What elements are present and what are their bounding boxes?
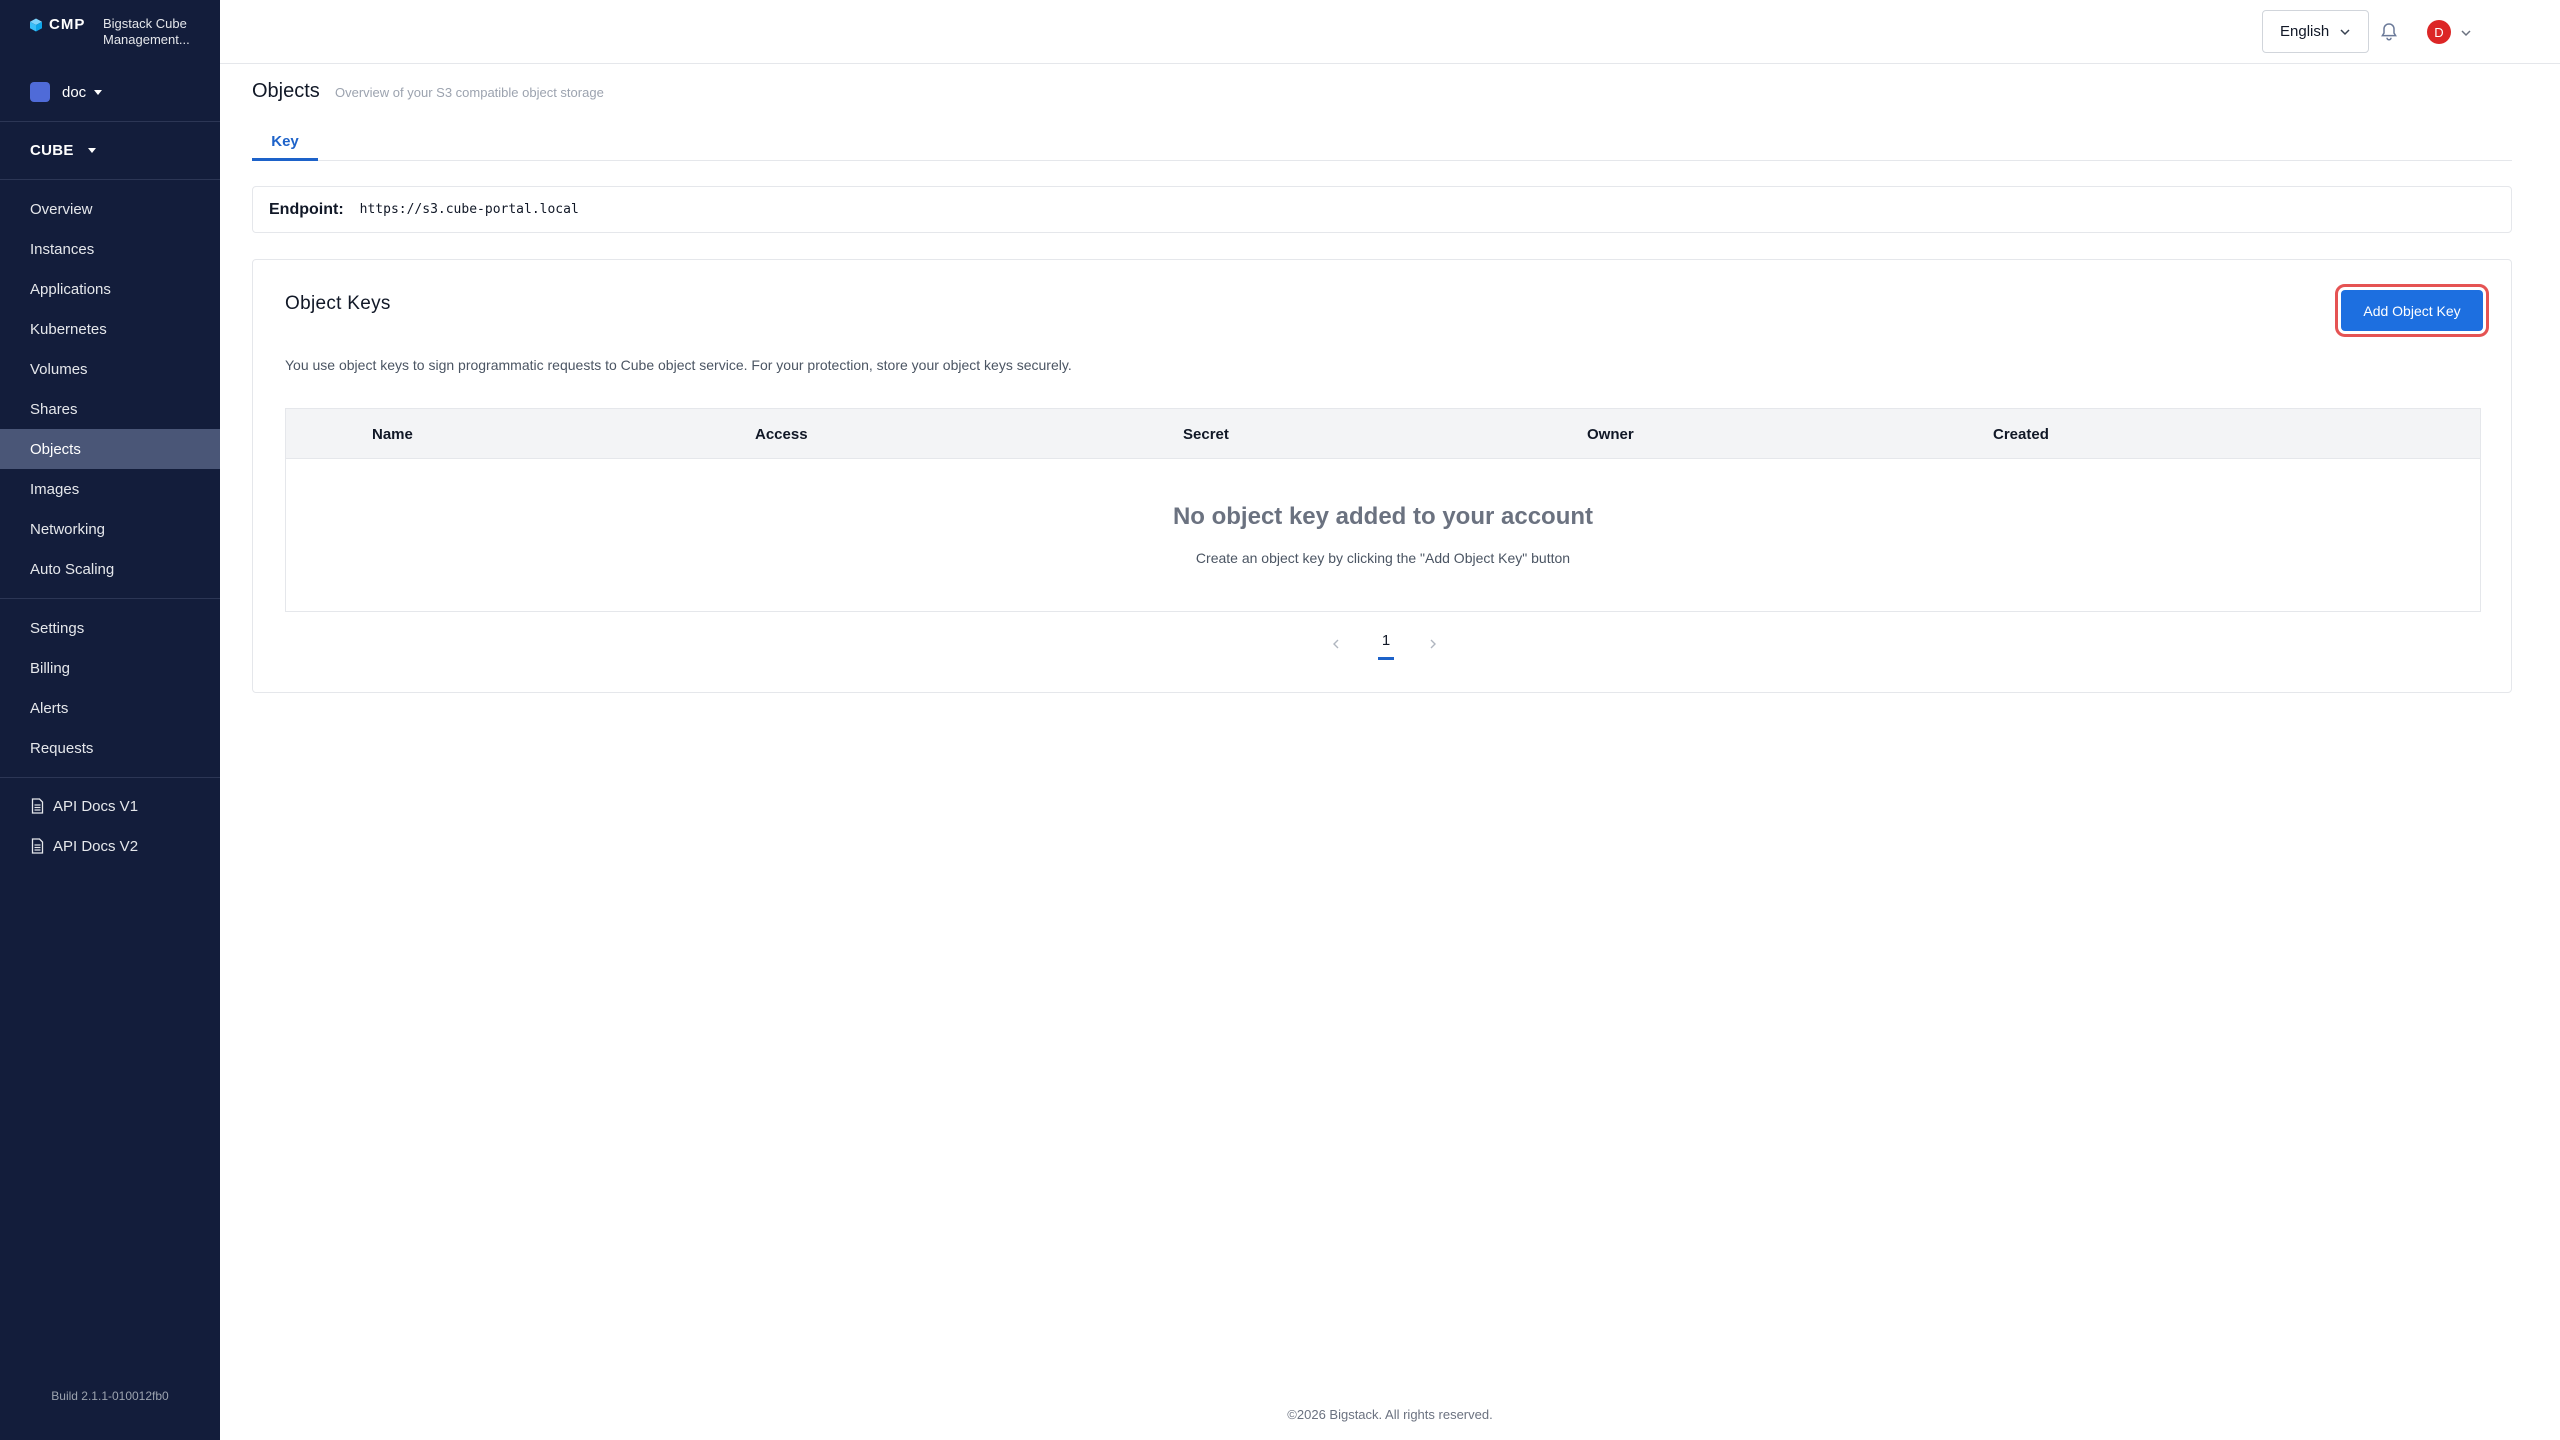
chevron-left-icon[interactable] <box>1330 638 1342 650</box>
sidebar-item-settings[interactable]: Settings <box>0 608 220 648</box>
project-selector[interactable]: doc <box>30 82 103 102</box>
sidebar-item-label: API Docs V2 <box>53 837 139 855</box>
sidebar-item-alerts[interactable]: Alerts <box>0 688 220 728</box>
sidebar-item-billing[interactable]: Billing <box>0 648 220 688</box>
endpoint-value: https://s3.cube-portal.local <box>359 202 579 217</box>
column-header-access: Access <box>755 425 808 443</box>
sidebar-divider <box>0 179 220 180</box>
brand-name: Bigstack Cube Management... <box>103 16 190 47</box>
object-keys-card: Object Keys Add Object Key You use objec… <box>252 259 2512 693</box>
pagination: 1 <box>253 624 2511 664</box>
column-header-name: Name <box>372 425 413 443</box>
active-page-indicator <box>1378 657 1394 660</box>
page-subtitle: Overview of your S3 compatible object st… <box>335 85 604 100</box>
object-keys-table: Name Access Secret Owner Created No obje… <box>285 408 2481 612</box>
sidebar: CMP Bigstack Cube Management... doc CUBE… <box>0 0 220 1440</box>
endpoint-label: Endpoint: <box>269 200 344 218</box>
brand-short: CMP <box>49 16 86 33</box>
sidebar-divider <box>0 121 220 122</box>
sidebar-item-networking[interactable]: Networking <box>0 509 220 549</box>
avatar[interactable]: D <box>2427 20 2451 44</box>
footer-copyright: ©2026 Bigstack. All rights reserved. <box>1287 1407 1493 1422</box>
document-icon <box>31 798 44 814</box>
sidebar-divider <box>0 777 220 778</box>
sidebar-item-overview[interactable]: Overview <box>0 189 220 229</box>
sidebar-item-auto-scaling[interactable]: Auto Scaling <box>0 549 220 589</box>
chevron-right-icon[interactable] <box>1427 638 1439 650</box>
sidebar-item-shares[interactable]: Shares <box>0 389 220 429</box>
card-description: You use object keys to sign programmatic… <box>285 357 1072 373</box>
chevron-down-icon[interactable] <box>2460 27 2472 39</box>
caret-down-icon <box>94 89 103 95</box>
language-label: English <box>2280 23 2330 40</box>
card-title: Object Keys <box>285 293 391 314</box>
empty-state-title: No object key added to your account <box>1172 503 1594 530</box>
chevron-down-icon <box>2340 29 2350 36</box>
tab-key[interactable]: Key <box>252 124 318 161</box>
sidebar-item-label: API Docs V1 <box>53 797 139 815</box>
column-header-created: Created <box>1993 425 2049 443</box>
page-number[interactable]: 1 <box>1371 632 1401 649</box>
column-header-secret: Secret <box>1183 425 1229 443</box>
endpoint-panel: Endpoint: https://s3.cube-portal.local <box>252 186 2512 233</box>
cube-icon <box>30 18 42 31</box>
tab-bar: Key <box>252 124 2512 161</box>
region-label: CUBE <box>30 142 74 159</box>
caret-down-icon <box>87 148 96 153</box>
sidebar-divider <box>0 598 220 599</box>
sidebar-item-kubernetes[interactable]: Kubernetes <box>0 309 220 349</box>
sidebar-item-objects[interactable]: Objects <box>0 429 220 469</box>
brand-logo[interactable]: CMP <box>29 16 85 33</box>
build-version: Build 2.1.1-010012fb0 <box>51 1389 169 1403</box>
sidebar-item-requests[interactable]: Requests <box>0 728 220 768</box>
sidebar-item-api-docs-v1[interactable]: API Docs V1 <box>0 786 220 826</box>
project-swatch <box>30 82 50 102</box>
language-selector[interactable]: English <box>2262 10 2369 53</box>
bell-icon[interactable] <box>2380 22 2398 42</box>
sidebar-item-api-docs-v2[interactable]: API Docs V2 <box>0 826 220 866</box>
page-title: Objects <box>252 80 320 102</box>
sidebar-item-instances[interactable]: Instances <box>0 229 220 269</box>
sidebar-item-volumes[interactable]: Volumes <box>0 349 220 389</box>
top-bar <box>220 0 2560 64</box>
sidebar-item-applications[interactable]: Applications <box>0 269 220 309</box>
add-object-key-button[interactable]: Add Object Key <box>2341 290 2483 331</box>
empty-state-subtitle: Create an object key by clicking the "Ad… <box>1195 550 1571 566</box>
region-selector[interactable]: CUBE <box>30 142 96 159</box>
project-label: doc <box>62 83 87 101</box>
column-header-owner: Owner <box>1587 425 1634 443</box>
document-icon <box>31 838 44 854</box>
sidebar-item-images[interactable]: Images <box>0 469 220 509</box>
table-header: Name Access Secret Owner Created <box>286 409 2480 459</box>
